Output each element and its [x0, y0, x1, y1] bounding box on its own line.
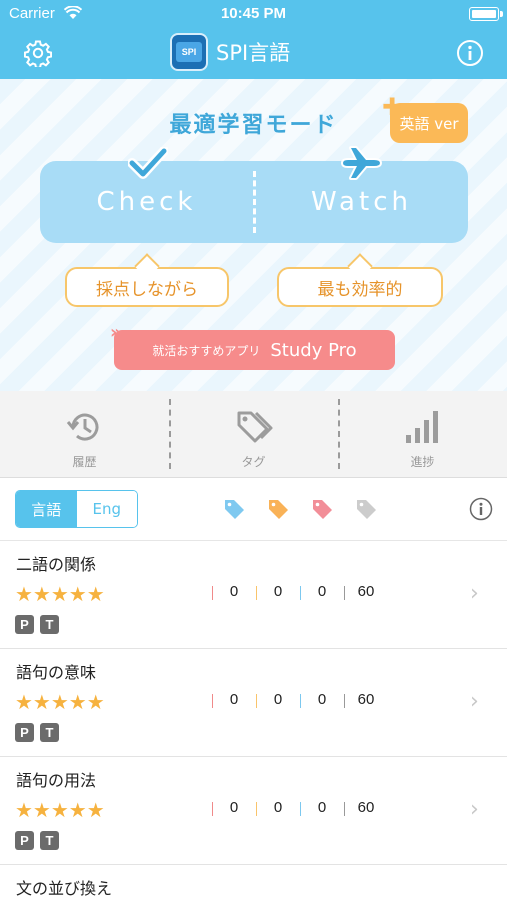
star-rating: ★★★★★ — [15, 690, 105, 714]
count-value: 0 — [229, 691, 239, 708]
star-rating: ★★★★★ — [15, 798, 105, 822]
p-badge: P — [15, 615, 34, 634]
plus-icon: ✚ — [382, 93, 403, 121]
english-version-label: 英語 ver — [399, 114, 459, 133]
progress-button[interactable]: 進捗 — [338, 391, 507, 478]
battery-icon — [469, 7, 503, 21]
star-rating: ★★★★★ — [15, 582, 105, 606]
t-badge: T — [40, 723, 59, 742]
learning-mode-panel: 最適学習モード ✚ 英語 ver Check Watch 採点しながら 最も効率… — [0, 79, 507, 391]
gear-icon[interactable] — [24, 39, 52, 67]
category-title: 語句の用法 — [16, 771, 97, 790]
history-icon — [66, 413, 98, 441]
list-item[interactable]: 文の並び換え — [0, 865, 507, 900]
list-item[interactable]: 語句の用法 ★★★★★ 0 0 0 60 › P T — [0, 757, 507, 865]
segment-japanese[interactable]: 言語 — [16, 491, 77, 527]
chevron-right-icon: › — [470, 689, 479, 714]
english-version-button[interactable]: ✚ 英語 ver — [382, 93, 468, 143]
count-value: 0 — [273, 691, 283, 708]
count-value: 0 — [273, 799, 283, 816]
count-value: 60 — [357, 583, 375, 600]
checkmark-icon — [128, 147, 168, 179]
mode-selector: Check Watch — [40, 161, 468, 243]
airplane-icon — [341, 146, 382, 180]
filter-bar: 言語 Eng — [0, 479, 507, 541]
history-button[interactable]: 履歴 — [0, 391, 169, 478]
app-title: SPI言語 — [216, 41, 291, 65]
tag-gray-icon[interactable] — [355, 498, 377, 520]
info-icon[interactable] — [456, 39, 484, 67]
count-value: 0 — [317, 691, 327, 708]
app-screen: Carrier 10:45 PM SPI SPI言語 最適学習モード ✚ 英語 … — [0, 0, 507, 900]
badge-group: P T — [15, 831, 59, 850]
tags-button[interactable]: タグ — [169, 391, 338, 478]
progress-bars-icon — [405, 411, 438, 443]
top-bar: Carrier 10:45 PM SPI SPI言語 — [0, 0, 507, 79]
tags-icon — [237, 411, 272, 443]
status-time: 10:45 PM — [220, 5, 287, 22]
app-logo-text: SPI — [176, 42, 202, 62]
tag-orange-icon[interactable] — [267, 498, 289, 520]
chevron-right-icon: › — [470, 797, 479, 822]
count-value: 0 — [317, 583, 327, 600]
watch-caption: 最も効率的 — [317, 279, 403, 300]
check-caption: 採点しながら — [96, 279, 198, 300]
app-logo: SPI — [170, 33, 208, 71]
double-chevron-icon: » — [110, 322, 122, 343]
category-list: 二語の関係 ★★★★★ 0 0 0 60 › P T 語句の意味 ★★★★★ 0… — [0, 541, 507, 900]
progress-label: 進捗 — [410, 455, 435, 469]
status-bar: Carrier 10:45 PM — [0, 0, 507, 30]
list-item[interactable]: 語句の意味 ★★★★★ 0 0 0 60 › P T — [0, 649, 507, 757]
count-value: 0 — [229, 583, 239, 600]
language-segmented-control: 言語 Eng — [15, 490, 138, 528]
study-pro-subtitle: 就活おすすめアプリ — [152, 343, 261, 358]
p-badge: P — [15, 831, 34, 850]
t-badge: T — [40, 615, 59, 634]
count-value: 60 — [357, 799, 375, 816]
badge-group: P T — [15, 615, 59, 634]
watch-caption-bubble: 最も効率的 — [277, 253, 443, 307]
count-value: 0 — [317, 799, 327, 816]
study-pro-title: Study Pro — [270, 339, 357, 361]
count-value: 60 — [357, 691, 375, 708]
history-label: 履歴 — [72, 455, 97, 469]
category-title: 文の並び換え — [16, 879, 113, 898]
segment-english[interactable]: Eng — [76, 491, 137, 527]
count-value: 0 — [229, 799, 239, 816]
badge-group: P T — [15, 723, 59, 742]
tags-label: タグ — [241, 455, 266, 469]
category-title: 語句の意味 — [16, 663, 97, 682]
category-title: 二語の関係 — [16, 555, 97, 574]
p-badge: P — [15, 723, 34, 742]
list-item[interactable]: 二語の関係 ★★★★★ 0 0 0 60 › P T — [0, 541, 507, 649]
study-pro-banner[interactable]: » 就活おすすめアプリ Study Pro — [110, 322, 395, 370]
tag-blue-icon[interactable] — [223, 498, 245, 520]
check-caption-bubble: 採点しながら — [65, 253, 229, 307]
count-value: 0 — [273, 583, 283, 600]
tool-row: 履歴 タグ 進捗 — [0, 391, 507, 478]
tag-pink-icon[interactable] — [311, 498, 333, 520]
t-badge: T — [40, 831, 59, 850]
chevron-right-icon: › — [470, 581, 479, 606]
info-icon[interactable] — [469, 497, 493, 521]
